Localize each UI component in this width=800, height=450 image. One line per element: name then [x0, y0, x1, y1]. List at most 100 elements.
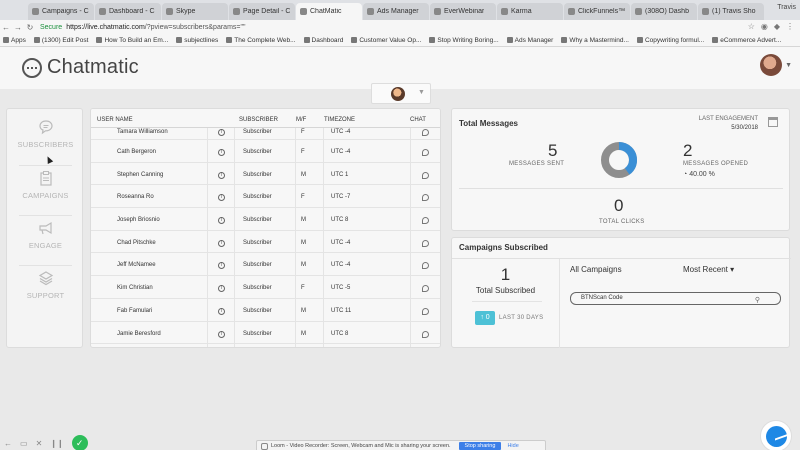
table-row[interactable]: Chad Pitschke Subscriber M UTC -4 i: [91, 230, 440, 254]
chevron-down-icon[interactable]: ▼: [785, 62, 792, 69]
chat-icon[interactable]: [422, 307, 429, 315]
info-icon[interactable]: i: [218, 239, 225, 247]
sidebar-item-engage[interactable]: ENGAGE: [7, 220, 84, 268]
chat-icon[interactable]: [422, 239, 429, 247]
browser-tab[interactable]: (1) Travis Sho: [698, 3, 764, 20]
browser-tab[interactable]: EverWebinar: [430, 3, 496, 20]
info-icon[interactable]: i: [218, 285, 225, 293]
sort-dropdown[interactable]: Most Recent ▾: [683, 265, 734, 274]
camera-icon[interactable]: ▭: [20, 439, 28, 448]
forward-icon[interactable]: →: [12, 23, 24, 32]
cell-timezone: UTC 8: [331, 217, 349, 224]
column-header-chat[interactable]: CHAT: [410, 117, 426, 123]
messenger-chat-button[interactable]: [760, 420, 792, 450]
cancel-icon[interactable]: ✕: [36, 439, 43, 448]
chat-icon[interactable]: [422, 171, 429, 179]
chat-icon[interactable]: [422, 194, 429, 202]
last-engagement-label: LAST ENGAGEMENT: [698, 116, 758, 122]
tab-label: Ads Manager: [377, 8, 419, 15]
bookmark-star-icon[interactable]: ☆: [748, 22, 755, 31]
column-header-gender[interactable]: M/F: [296, 117, 306, 123]
info-icon[interactable]: i: [218, 149, 225, 156]
info-icon[interactable]: i: [218, 330, 225, 338]
back-icon[interactable]: ←: [0, 23, 12, 32]
stop-sharing-button[interactable]: Stop sharing: [458, 442, 502, 450]
browser-tab[interactable]: Campaigns - C: [28, 3, 94, 20]
bookmark-item[interactable]: Dashboard: [303, 36, 344, 44]
tab-label: (308O) Dashb: [645, 8, 689, 15]
cell-chat: [422, 307, 429, 317]
table-row[interactable]: Fab Famulari Subscriber M UTC 11 i: [91, 298, 440, 322]
browser-tab[interactable]: Ads Manager: [363, 3, 429, 20]
bookmark-item[interactable]: eCommerce Advert...: [712, 37, 781, 44]
chat-icon[interactable]: [422, 217, 429, 225]
table-row[interactable]: Jeff McNamee Subscriber M UTC -4 i: [91, 253, 440, 277]
info-icon[interactable]: i: [218, 171, 225, 179]
bookmark-item[interactable]: Ads Manager: [506, 37, 553, 44]
browser-tab[interactable]: Karma: [497, 3, 563, 20]
calendar-icon[interactable]: [768, 117, 778, 127]
table-row[interactable]: Roseanna Ro Subscriber F UTC -7 i: [91, 185, 440, 209]
chat-icon[interactable]: [422, 262, 429, 270]
secure-label: Secure: [40, 23, 63, 31]
extension-icon[interactable]: ◉: [761, 22, 768, 31]
campaign-item[interactable]: BTNScan Code ⚲: [570, 292, 781, 305]
sidebar-item-support[interactable]: SUPPORT: [7, 270, 84, 318]
chat-icon[interactable]: [422, 285, 429, 293]
chat-icon[interactable]: [422, 129, 429, 136]
bookmark-item[interactable]: How To Build an Em...: [96, 37, 168, 44]
cell-info: i: [218, 129, 225, 136]
messages-opened-donut-chart: [601, 142, 637, 178]
cell-gender: M: [301, 262, 306, 269]
table-row[interactable]: Jamie Beresford Subscriber M UTC 8 i: [91, 321, 440, 345]
menu-icon[interactable]: ⋮: [786, 22, 794, 31]
bookmark-icon: [3, 37, 9, 43]
bookmark-item[interactable]: subjectlines: [176, 37, 218, 44]
bookmark-item[interactable]: (1300) Edit Post: [33, 37, 88, 44]
info-icon[interactable]: i: [218, 129, 225, 136]
arrow-left-icon[interactable]: ←: [4, 439, 12, 448]
table-row[interactable]: Kim Christian Subscriber F UTC -5 i: [91, 276, 440, 299]
link-icon[interactable]: ⚲: [755, 295, 760, 306]
filter-all-campaigns[interactable]: All Campaigns: [570, 265, 622, 274]
table-row[interactable]: Joseph Briosnio Subscriber M UTC 8 i: [91, 208, 440, 231]
cell-timezone: UTC -4: [331, 129, 351, 135]
info-icon[interactable]: i: [218, 194, 225, 202]
chatmatic-logo[interactable]: Chatmatic: [22, 56, 139, 79]
bookmark-item[interactable]: Copywriting formul...: [636, 37, 704, 44]
sidebar-item-campaigns[interactable]: CAMPAIGNS: [7, 170, 84, 218]
cell-gender: F: [301, 285, 305, 292]
bookmark-item[interactable]: Customer Value Op...: [351, 37, 421, 44]
column-header-subscriber[interactable]: SUBSCRIBER: [239, 117, 278, 123]
browser-tab[interactable]: Skype: [162, 3, 228, 20]
bookmark-item[interactable]: Apps: [3, 37, 26, 44]
browser-tab[interactable]: ChatMatic: [296, 3, 362, 20]
info-icon[interactable]: i: [218, 262, 225, 270]
extension-icon[interactable]: ◆: [774, 22, 780, 31]
info-icon[interactable]: i: [218, 307, 225, 315]
pause-icon[interactable]: ❙❙: [50, 439, 63, 448]
column-header-timezone[interactable]: TIMEZONE: [324, 117, 355, 123]
browser-tab[interactable]: Page Detail - C: [229, 3, 295, 20]
hide-button[interactable]: Hide: [507, 443, 518, 449]
browser-tab[interactable]: (308O) Dashb: [631, 3, 697, 20]
page-selector-dropdown[interactable]: ▼: [371, 83, 431, 104]
column-header-user-name[interactable]: USER NAME: [97, 117, 133, 123]
bookmark-item[interactable]: Stop Writing Boring...: [429, 37, 499, 44]
bookmark-item[interactable]: Why a Mastermind...: [561, 37, 629, 44]
table-row[interactable]: Tamara Williamson Subscriber F UTC -4 i: [91, 128, 440, 140]
browser-tab[interactable]: ClickFunnels™: [564, 3, 630, 20]
reload-icon[interactable]: ↻: [24, 23, 36, 32]
chat-icon[interactable]: [422, 330, 429, 338]
user-avatar[interactable]: [760, 54, 782, 76]
finish-recording-button[interactable]: ✓: [71, 435, 88, 450]
table-row[interactable]: Cath Bergeron Subscriber F UTC -4 i: [91, 140, 440, 163]
table-row[interactable]: Stephen Canning Subscriber M UTC 1 i: [91, 162, 440, 186]
bookmark-label: Dashboard: [311, 36, 344, 44]
bookmark-item[interactable]: The Complete Web...: [226, 37, 296, 44]
browser-tab[interactable]: Dashboard - C: [95, 3, 161, 20]
info-icon[interactable]: i: [218, 217, 225, 225]
window-user-label[interactable]: Travis: [777, 4, 796, 11]
chat-icon[interactable]: [422, 149, 429, 156]
url-field[interactable]: https://live.chatmatic.com/?pview=subscr…: [66, 24, 245, 31]
